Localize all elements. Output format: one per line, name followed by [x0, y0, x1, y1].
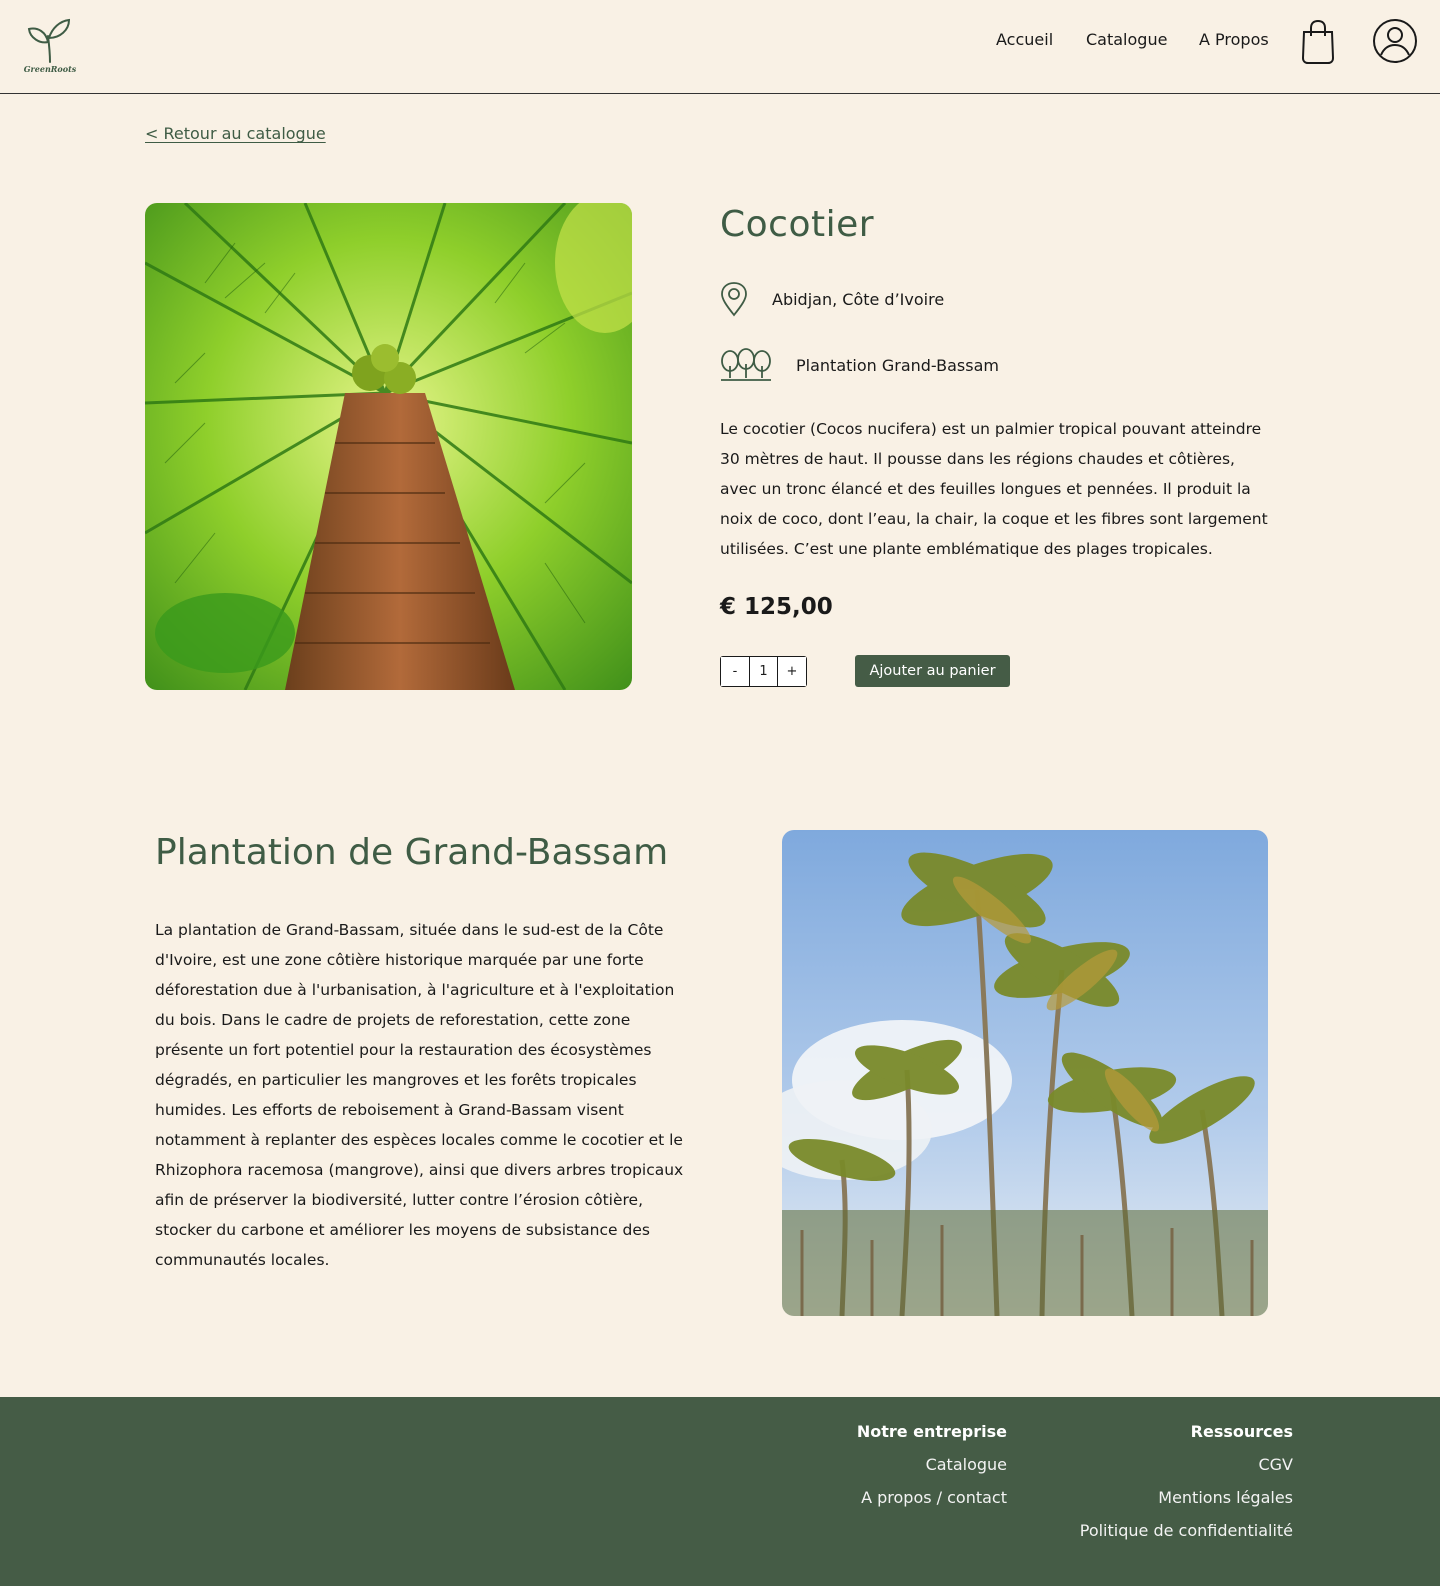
product-location: Abidjan, Côte d’Ivoire: [772, 289, 945, 309]
footer-link-about-contact[interactable]: A propos / contact: [857, 1487, 1007, 1520]
footer-link-catalogue[interactable]: Catalogue: [857, 1454, 1007, 1487]
quantity-value[interactable]: 1: [749, 657, 778, 686]
nav-accueil[interactable]: Accueil: [996, 30, 1053, 49]
nav-catalogue[interactable]: Catalogue: [1086, 30, 1167, 49]
footer-company-title: Notre entreprise: [856, 1422, 1007, 1441]
product-description: Le cocotier (Cocos nucifera) est un palm…: [720, 420, 1268, 558]
product-plantation: Plantation Grand-Bassam: [796, 355, 999, 375]
sprout-logo-icon: [27, 18, 71, 63]
footer-link-legal-notice[interactable]: Mentions légales: [1080, 1487, 1293, 1520]
user-icon: [1373, 19, 1417, 63]
shopping-bag-icon: [1301, 19, 1335, 64]
nav-a-propos[interactable]: A Propos: [1199, 30, 1269, 49]
back-to-catalogue-link[interactable]: < Retour au catalogue: [145, 124, 326, 143]
plantation-image: [782, 830, 1268, 1316]
cart-button[interactable]: [1298, 18, 1338, 66]
trees-icon: [721, 348, 771, 381]
user-account-button[interactable]: [1372, 18, 1418, 64]
product-image: [145, 203, 632, 690]
plantation-section-title: Plantation de Grand-Bassam: [155, 832, 669, 873]
footer-resources-column: Ressources CGV Mentions légales Politiqu…: [1080, 1421, 1293, 1553]
footer-link-cgv[interactable]: CGV: [1080, 1454, 1293, 1487]
site-header: GreenRoots Accueil Catalogue A Propos: [0, 0, 1440, 94]
map-pin-icon: [721, 282, 747, 317]
quantity-increase-button[interactable]: +: [778, 657, 806, 686]
footer-resources-title: Ressources: [1190, 1422, 1293, 1441]
footer-company-column: Notre entreprise Catalogue A propos / co…: [857, 1421, 1007, 1520]
site-footer: Notre entreprise Catalogue A propos / co…: [0, 1397, 1440, 1586]
footer-link-privacy-policy[interactable]: Politique de confidentialité: [1080, 1520, 1293, 1553]
logo-link[interactable]: GreenRoots: [22, 18, 78, 76]
quantity-decrease-button[interactable]: -: [721, 657, 749, 686]
logo-text: GreenRoots: [23, 64, 77, 74]
add-to-cart-button[interactable]: Ajouter au panier: [855, 655, 1010, 687]
product-price: € 125,00: [720, 594, 833, 620]
quantity-stepper: - 1 +: [720, 656, 807, 687]
product-title: Cocotier: [720, 204, 875, 245]
product-plantation-row: Plantation Grand-Bassam: [720, 348, 999, 382]
product-location-row: Abidjan, Côte d’Ivoire: [720, 281, 944, 317]
plantation-section-text: La plantation de Grand-Bassam, située da…: [155, 921, 684, 1269]
